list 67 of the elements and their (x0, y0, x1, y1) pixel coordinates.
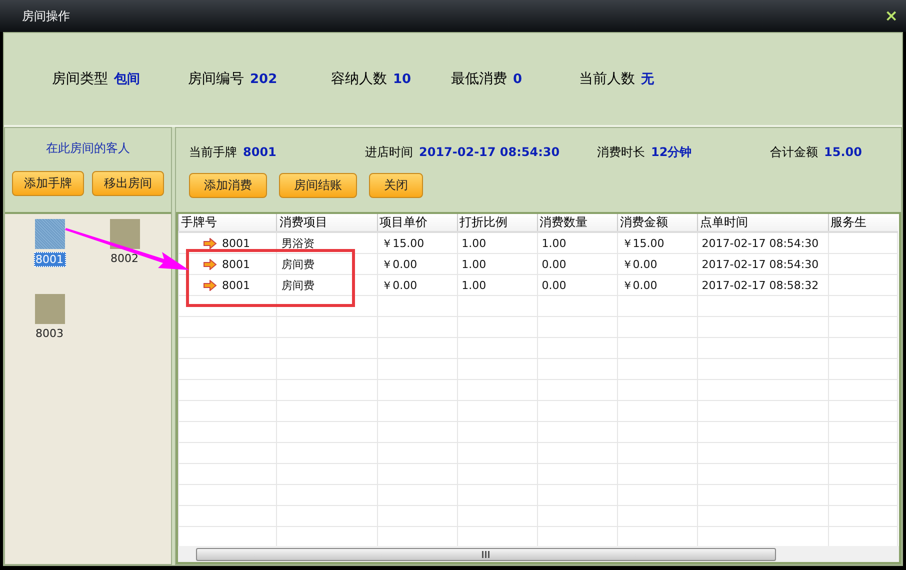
field-label: 最低消费 (451, 70, 507, 88)
field-label: 房间类型 (52, 70, 108, 88)
column-header[interactable]: 项目单价 (377, 214, 458, 232)
field-value: 12分钟 (651, 144, 692, 161)
table-cell: 2017-02-17 08:58:32 (702, 278, 819, 292)
guest-tile-icon[interactable] (34, 294, 64, 324)
table-cell: 1.00 (462, 278, 486, 292)
table-cell: ￥15.00 (382, 236, 424, 250)
field-value: 包间 (114, 71, 140, 88)
table-cell: 8001 (222, 236, 250, 250)
column-header[interactable]: 消费数量 (537, 214, 618, 232)
field-label: 当前手牌 (189, 144, 237, 161)
arrow-icon (203, 280, 217, 290)
table-cell: 8001 (222, 258, 250, 270)
table-cell: 2017-02-17 08:54:30 (702, 236, 819, 250)
panel-title: 在此房间的客人 (46, 140, 130, 157)
guest-tile-icon[interactable] (34, 219, 64, 249)
scrollbar[interactable] (178, 546, 899, 562)
scrollbar-thumb[interactable] (196, 548, 776, 561)
table-cell: 0.00 (542, 258, 566, 270)
field-value: 10 (393, 72, 412, 87)
grip-icon (482, 551, 490, 558)
field-value: 0 (513, 72, 522, 87)
guest-label[interactable]: 8002 (110, 252, 140, 265)
action-button[interactable]: 添加手牌 (12, 171, 84, 196)
table-cell: 男浴资 (281, 236, 314, 250)
table-cell: ￥0.00 (382, 258, 418, 270)
table-cell: 1.00 (462, 236, 486, 250)
table-cell: 1.00 (542, 236, 566, 250)
table-cell: 0.00 (542, 278, 566, 292)
table-cell: ￥0.00 (382, 278, 418, 292)
table-cell: 1.00 (462, 258, 486, 270)
guest-label[interactable]: 8001 (34, 252, 66, 267)
column-header[interactable]: 消费金额 (617, 214, 698, 232)
field-value: 无 (641, 71, 654, 88)
field-label: 容纳人数 (331, 70, 387, 88)
table-cell: 房间费 (281, 258, 314, 270)
column-header[interactable]: 服务生 (828, 214, 898, 232)
table-cell: ￥0.00 (622, 258, 658, 270)
arrow-icon (203, 238, 217, 248)
window-title: 房间操作 (22, 8, 70, 24)
action-button[interactable]: 关闭 (369, 173, 423, 198)
column-header[interactable]: 消费项目 (276, 214, 378, 232)
column-header[interactable]: 点单时间 (697, 214, 828, 232)
field-value: 202 (250, 72, 278, 87)
guest-label[interactable]: 8003 (34, 327, 64, 340)
action-button[interactable]: 房间结账 (279, 173, 357, 198)
table-cell: 8001 (222, 278, 250, 292)
field-value: 2017-02-17 08:54:30 (419, 145, 560, 159)
table-cell: ￥15.00 (622, 236, 664, 250)
field-label: 当前人数 (579, 70, 635, 88)
column-header[interactable]: 打折比例 (457, 214, 538, 232)
action-button[interactable]: 移出房间 (92, 171, 164, 196)
field-label: 进店时间 (365, 144, 413, 161)
arrow-icon (203, 258, 217, 270)
field-label: 房间编号 (188, 70, 244, 88)
field-label: 消费时长 (597, 144, 645, 161)
table-cell: ￥0.00 (622, 278, 658, 292)
field-value: 15.00 (824, 145, 862, 159)
field-value: 8001 (243, 145, 276, 159)
action-button[interactable]: 添加消费 (189, 173, 267, 198)
close-button[interactable]: × (884, 8, 898, 24)
table-cell: 房间费 (281, 278, 314, 292)
table-cell: 2017-02-17 08:54:30 (702, 258, 819, 270)
guest-tile-icon[interactable] (110, 219, 140, 249)
column-header[interactable]: 手牌号 (178, 214, 277, 232)
field-label: 合计金额 (770, 144, 818, 161)
